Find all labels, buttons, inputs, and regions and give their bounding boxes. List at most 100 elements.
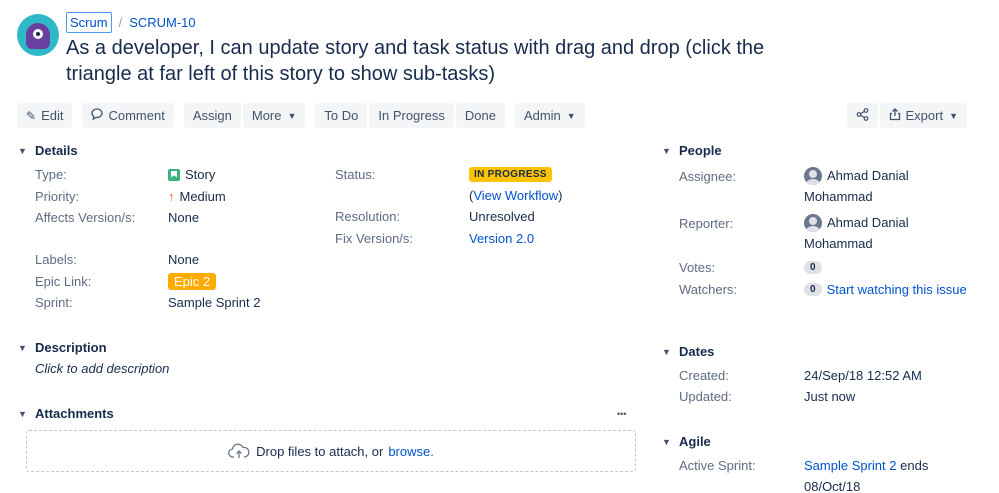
cloud-upload-icon [228,443,250,459]
issue-title[interactable]: As a developer, I can update story and t… [66,35,826,87]
description-section-toggle[interactable]: ▼ Description [18,340,107,355]
priority-value: ↑ Medium [168,189,226,204]
active-sprint-end-date: 08/Oct/18 [804,479,861,493]
updated-value: Just now [804,389,856,404]
status-label: Status: [335,167,376,182]
triangle-down-icon: ▼ [18,145,27,156]
start-watching-link[interactable]: Start watching this issue [827,282,967,297]
comment-button[interactable]: Comment [82,103,174,128]
assignee-first-name: Ahmad Danial [827,168,909,183]
type-text: Story [185,167,216,182]
user-avatar [804,166,822,185]
reporter-first-name: Ahmad Danial [827,215,909,230]
description-placeholder[interactable]: Click to add description [35,361,169,376]
triangle-down-icon: ▼ [18,342,27,353]
attachments-more-button[interactable]: ••• [617,409,626,419]
attachment-dropzone[interactable]: Drop files to attach, or browse. [26,430,636,472]
todo-transition-button[interactable]: To Do [315,103,368,128]
breadcrumb-issue-key-link[interactable]: SCRUM-10 [129,15,195,30]
assignee-last-name: Mohammad [804,189,873,204]
breadcrumb: Scrum / SCRUM-10 [66,12,196,33]
chevron-down-icon: ▼ [287,110,297,121]
project-avatar[interactable] [17,14,59,56]
triangle-down-icon: ▼ [662,436,671,447]
agile-section-toggle[interactable]: ▼ Agile [662,434,711,449]
attachments-section-toggle[interactable]: ▼ Attachments [18,406,114,421]
agile-heading: Agile [679,434,711,449]
breadcrumb-separator: / [118,15,123,30]
pencil-icon: ✎ [26,108,37,123]
more-dropdown[interactable]: More ▼ [242,103,306,128]
fix-version-label: Fix Version/s: [335,231,414,246]
affects-version-value: None [168,210,200,225]
assignee-value[interactable]: Ahmad Danial Mohammad [804,165,909,207]
sprint-value: Sample Sprint 2 [168,295,261,310]
votes-label: Votes: [679,260,716,275]
watchers-value: 0 Start watching this issue [804,282,967,297]
status-value: IN PROGRESS [469,167,552,182]
watchers-label: Watchers: [679,282,738,297]
triangle-down-icon: ▼ [18,408,27,419]
story-icon [168,168,180,181]
votes-count-badge: 0 [804,261,822,274]
epic-lozenge[interactable]: Epic 2 [168,273,217,290]
toolbar-right: Export ▼ [846,103,970,128]
reporter-value[interactable]: Ahmad Danial Mohammad [804,212,909,254]
comment-button-label: Comment [108,108,165,123]
share-button[interactable] [846,103,878,128]
edit-button-label: Edit [41,108,64,123]
active-sprint-ends-text: ends [900,458,929,473]
type-label: Type: [35,167,67,182]
priority-text: Medium [179,189,226,204]
view-workflow-close-paren: ) [558,188,563,203]
in-progress-transition-button[interactable]: In Progress [369,103,454,128]
status-lozenge: IN PROGRESS [469,167,552,182]
epic-link-label: Epic Link: [35,274,92,289]
reporter-last-name: Mohammad [804,236,873,251]
assign-button[interactable]: Assign [183,103,241,128]
labels-value: None [168,252,200,267]
edit-button[interactable]: ✎ Edit [17,103,73,128]
triangle-down-icon: ▼ [662,346,671,357]
admin-dropdown[interactable]: Admin ▼ [514,103,585,128]
issue-toolbar: ✎ Edit Comment Assign More ▼ To Do In Pr… [17,103,587,128]
resolution-value: Unresolved [469,209,535,224]
created-label: Created: [679,368,729,383]
speech-bubble-icon [91,108,104,123]
resolution-label: Resolution: [335,209,401,224]
view-workflow-link[interactable]: View Workflow [473,188,558,203]
watchers-count-badge[interactable]: 0 [804,283,822,296]
active-sprint-value: Sample Sprint 2 ends 08/Oct/18 [804,455,928,493]
details-section-toggle[interactable]: ▼ Details [18,143,78,158]
attachments-heading: Attachments [35,406,114,421]
view-workflow: ( View Workflow ) [469,188,562,203]
votes-value[interactable]: 0 [804,261,827,274]
affects-version-label: Affects Version/s: [35,210,136,225]
people-heading: People [679,143,722,158]
export-dropdown[interactable]: Export ▼ [879,103,967,128]
active-sprint-label: Active Sprint: [679,458,756,473]
export-dropdown-label: Export [905,108,944,123]
done-transition-button[interactable]: Done [455,103,505,128]
share-icon [856,107,869,124]
arrow-up-icon: ↑ [168,189,175,204]
breadcrumb-project-link[interactable]: Scrum [66,12,112,33]
type-value: Story [168,167,215,182]
people-section-toggle[interactable]: ▼ People [662,143,722,158]
assignee-label: Assignee: [679,169,737,184]
chevron-down-icon: ▼ [566,110,576,121]
priority-label: Priority: [35,189,80,204]
description-heading: Description [35,340,107,355]
epic-link-value: Epic 2 [168,273,217,290]
labels-label: Labels: [35,252,77,267]
dates-section-toggle[interactable]: ▼ Dates [662,344,714,359]
export-icon [889,107,901,124]
triangle-down-icon: ▼ [662,145,671,156]
reporter-label: Reporter: [679,216,734,231]
active-sprint-link[interactable]: Sample Sprint 2 [804,458,897,473]
admin-dropdown-label: Admin [523,108,561,123]
browse-link[interactable]: browse. [388,444,434,459]
details-heading: Details [35,143,78,158]
dates-heading: Dates [679,344,715,359]
fix-version-link[interactable]: Version 2.0 [469,231,534,246]
